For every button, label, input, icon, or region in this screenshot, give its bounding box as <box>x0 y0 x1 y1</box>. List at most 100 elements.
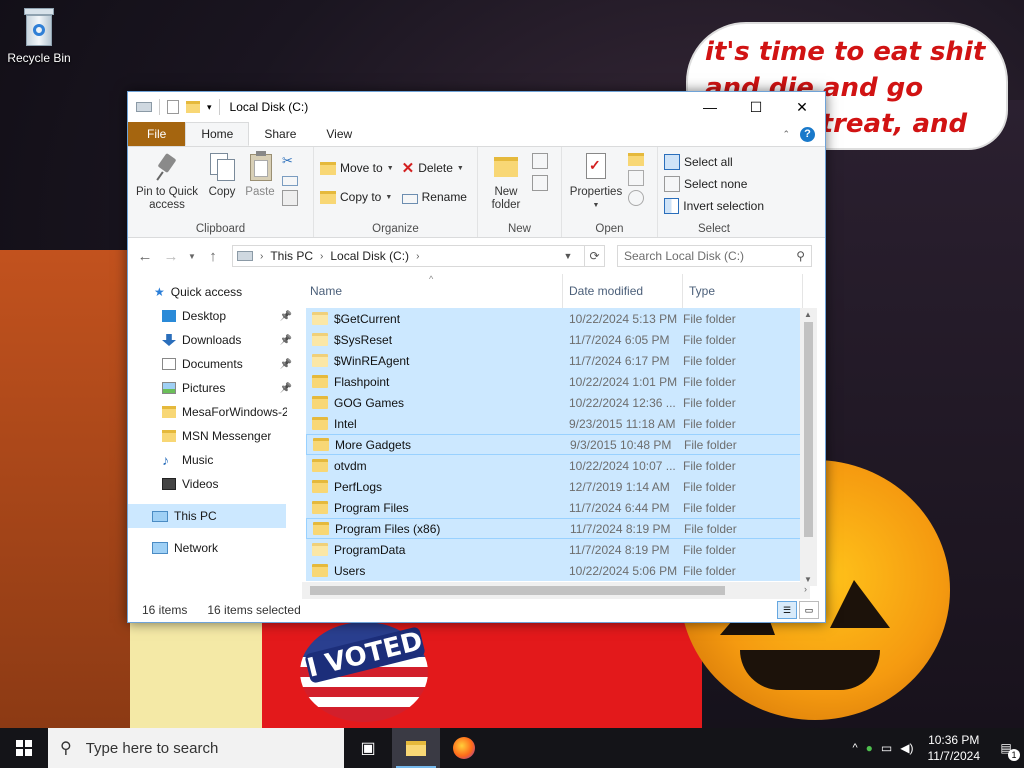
pin-to-quick-access-button[interactable]: Pin to Quick access <box>134 151 200 212</box>
vertical-scroll-thumb[interactable] <box>804 322 813 537</box>
tab-view[interactable]: View <box>311 122 367 146</box>
nav-item[interactable]: ♪ Music <box>128 448 298 472</box>
pin-icon[interactable]: 📌 <box>280 311 292 322</box>
maximize-button[interactable]: ☐ <box>733 92 779 122</box>
table-row[interactable]: Flashpoint 10/22/2024 1:01 PM File folder <box>306 371 811 392</box>
nav-network[interactable]: Network <box>128 536 298 560</box>
table-row[interactable]: GOG Games 10/22/2024 12:36 ... File folder <box>306 392 811 413</box>
help-icon[interactable]: ? <box>796 122 825 146</box>
minimize-button[interactable]: — <box>687 92 733 122</box>
copy-to-button[interactable]: Copy to ▼ <box>320 186 394 208</box>
table-row[interactable]: $WinREAgent 11/7/2024 6:17 PM File folder <box>306 350 811 371</box>
details-view-icon[interactable]: ☰ <box>777 601 797 619</box>
table-row[interactable]: $GetCurrent 10/22/2024 5:13 PM File folder <box>306 308 811 329</box>
notification-icon[interactable]: ▤ 1 <box>994 741 1020 761</box>
scroll-right-icon[interactable]: › <box>804 584 807 594</box>
tab-share[interactable]: Share <box>249 122 311 146</box>
cell-date-modified: 9/3/2015 10:48 PM <box>570 437 672 452</box>
close-button[interactable]: ✕ <box>779 92 825 122</box>
taskbar-search[interactable]: ⚲ Type here to search <box>48 728 344 768</box>
copy-button[interactable]: Copy <box>206 151 238 212</box>
column-type[interactable]: Type <box>683 274 803 308</box>
recycle-bin-desktop-icon[interactable]: Recycle Bin <box>6 8 72 65</box>
table-row[interactable]: Intel 9/23/2015 11:18 AM File folder <box>306 413 811 434</box>
table-row[interactable]: ProgramData 11/7/2024 8:19 PM File folder <box>306 539 811 560</box>
horizontal-scroll-thumb[interactable] <box>310 586 725 595</box>
table-row[interactable]: Program Files 11/7/2024 6:44 PM File folde… <box>306 497 811 518</box>
paste-shortcut-icon[interactable] <box>282 190 298 206</box>
user-icon[interactable]: ● <box>866 741 873 755</box>
cell-name: otvdm <box>306 459 561 473</box>
table-row[interactable]: Users 10/22/2024 5:06 PM File folder <box>306 560 811 581</box>
task-view-icon[interactable]: ▣ <box>344 728 392 768</box>
nav-item[interactable]: Downloads 📌 <box>128 328 298 352</box>
nav-item[interactable]: Pictures 📌 <box>128 376 298 400</box>
scroll-up-icon[interactable]: ▲ <box>804 310 812 319</box>
table-row[interactable]: PerfLogs 12/7/2019 1:14 AM File folder <box>306 476 811 497</box>
back-arrow-icon[interactable]: ← <box>134 245 156 267</box>
copy-path-icon[interactable] <box>282 176 298 186</box>
breadcrumb-local-disk[interactable]: Local Disk (C:) <box>330 249 409 263</box>
cell-type: File folder <box>683 542 736 557</box>
firefox-icon[interactable] <box>440 728 488 768</box>
select-all-button[interactable]: Select all <box>664 151 764 173</box>
file-explorer-taskbar-icon[interactable] <box>392 728 440 768</box>
table-row[interactable]: More Gadgets 9/3/2015 10:48 PM File folder <box>306 434 811 455</box>
nav-item[interactable]: Videos <box>128 472 298 496</box>
nav-item[interactable]: MesaForWindows-2 <box>128 400 298 424</box>
select-none-button[interactable]: Select none <box>664 173 764 195</box>
large-icons-view-icon[interactable]: ▭ <box>799 601 819 619</box>
easy-access-icon[interactable] <box>532 175 548 191</box>
rename-button[interactable]: Rename <box>401 186 467 208</box>
edit-icon[interactable] <box>628 170 644 186</box>
address-dropdown-icon[interactable]: ▼ <box>559 251 577 261</box>
address-bar[interactable]: › This PC › Local Disk (C:) › ▼ ⟳ <box>232 245 605 267</box>
nav-item[interactable]: Documents 📌 <box>128 352 298 376</box>
pin-icon[interactable]: 📌 <box>280 359 292 370</box>
new-group: New folder New <box>478 147 562 237</box>
open-icon[interactable] <box>628 153 644 166</box>
table-row[interactable]: otvdm 10/22/2024 10:07 ... File folder <box>306 455 811 476</box>
nav-item[interactable]: Desktop 📌 <box>128 304 298 328</box>
qat-dropdown-icon[interactable]: ▾ <box>207 102 212 113</box>
nav-quick-access[interactable]: ★ Quick access <box>128 280 298 304</box>
horizontal-scrollbar[interactable]: › <box>302 582 810 599</box>
table-row[interactable]: $SysReset 11/7/2024 6:05 PM File folder <box>306 329 811 350</box>
new-folder-small-icon[interactable] <box>186 101 200 113</box>
table-row[interactable]: Program Files (x86) 11/7/2024 8:19 PM File… <box>306 518 811 539</box>
tab-file[interactable]: File <box>128 122 186 146</box>
breadcrumb-this-pc[interactable]: This PC <box>270 249 313 263</box>
volume-icon[interactable]: ◀) <box>900 741 913 755</box>
up-arrow-icon[interactable]: ↑ <box>202 245 224 267</box>
network-tray-icon[interactable]: ▭ <box>881 741 892 755</box>
clock[interactable]: 10:36 PM 11/7/2024 <box>922 732 987 764</box>
show-hidden-icons-icon[interactable]: ^ <box>853 742 858 754</box>
refresh-icon[interactable]: ⟳ <box>584 246 604 266</box>
column-date-modified[interactable]: Date modified <box>563 274 683 308</box>
pin-icon[interactable]: 📌 <box>280 335 292 346</box>
new-item-icon[interactable] <box>532 153 548 169</box>
invert-selection-button[interactable]: Invert selection <box>664 195 764 217</box>
paste-button[interactable]: Paste <box>244 151 276 212</box>
properties-button[interactable]: ✓ Properties ▼ <box>568 151 624 212</box>
nav-this-pc[interactable]: This PC <box>128 504 286 528</box>
ribbon-collapse-icon[interactable]: ⌃ <box>776 122 796 146</box>
breadcrumb-separator-icon: › <box>320 250 324 262</box>
properties-small-icon[interactable] <box>167 100 179 114</box>
nav-item[interactable]: MSN Messenger <box>128 424 298 448</box>
move-to-button[interactable]: Move to ▼ <box>320 157 394 179</box>
new-folder-button[interactable]: New folder <box>484 151 528 212</box>
pin-icon[interactable]: 📌 <box>280 383 292 394</box>
cut-icon[interactable]: ✂ <box>282 153 298 169</box>
nav-item-label: MesaForWindows-2 <box>182 405 287 419</box>
delete-button[interactable]: ✕ Delete ▼ <box>402 157 467 179</box>
vertical-scrollbar[interactable]: ▲ ▼ <box>800 308 817 586</box>
column-name[interactable]: Name <box>304 274 563 308</box>
start-button[interactable] <box>0 728 48 768</box>
tab-home[interactable]: Home <box>185 122 250 146</box>
recent-locations-icon[interactable]: ▼ <box>186 245 198 267</box>
search-box[interactable]: Search Local Disk (C:) ⚲ <box>617 245 812 267</box>
folder-icon <box>312 543 328 556</box>
history-icon[interactable] <box>628 190 644 206</box>
forward-arrow-icon[interactable]: → <box>160 245 182 267</box>
